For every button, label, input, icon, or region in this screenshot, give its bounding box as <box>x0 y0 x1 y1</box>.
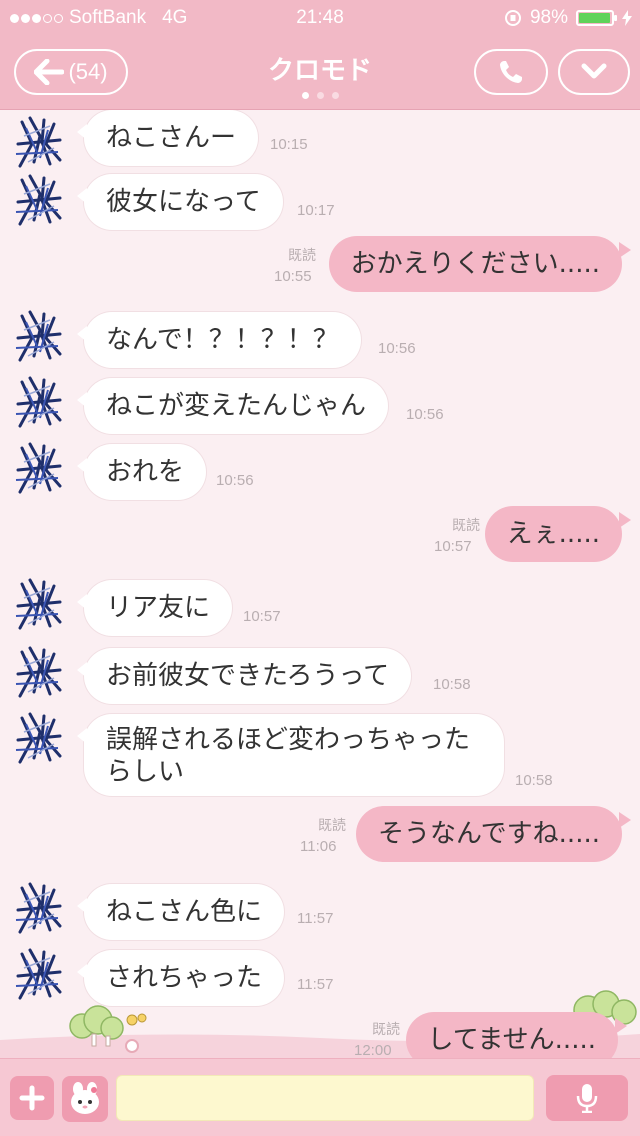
incoming-message-bubble: なんで！？！？！？ <box>77 312 361 368</box>
message-timestamp: 12:00 <box>354 1042 392 1058</box>
avatar-icon[interactable] <box>10 308 68 366</box>
status-bar: SoftBank 4G 21:48 98% <box>0 0 640 36</box>
call-button[interactable] <box>474 49 548 95</box>
message-timestamp: 10:58 <box>433 676 471 693</box>
incoming-message-bubble: 誤解されるほど変わっちゃったらしい <box>77 714 504 796</box>
sticker-icon <box>71 1082 99 1114</box>
microphone-icon <box>576 1084 598 1113</box>
incoming-message-bubble: 彼女になって <box>77 174 283 230</box>
message-input-bar <box>0 1058 640 1136</box>
avatar-icon[interactable] <box>10 710 68 768</box>
avatar-icon[interactable] <box>10 374 68 432</box>
read-receipt: 既読 <box>452 518 480 534</box>
outgoing-message-bubble: おかえりください..... <box>328 236 632 292</box>
message-timestamp: 10:56 <box>406 406 444 423</box>
charging-bolt-icon <box>622 10 632 26</box>
outgoing-message-bubble: えぇ..... <box>484 506 632 562</box>
menu-button[interactable] <box>558 49 630 95</box>
orientation-lock-icon <box>504 10 521 26</box>
voice-message-button[interactable] <box>546 1075 628 1121</box>
message-timestamp: 10:55 <box>274 268 312 285</box>
message-timestamp: 11:57 <box>297 910 334 927</box>
message-timestamp: 10:15 <box>270 136 308 153</box>
read-receipt: 既読 <box>318 818 346 834</box>
page-indicator <box>0 92 640 99</box>
page-dot <box>316 92 324 99</box>
avatar-icon[interactable] <box>10 440 68 498</box>
incoming-message-bubble: おれを <box>76 444 207 500</box>
sticker-button[interactable] <box>62 1076 108 1122</box>
message-timestamp: 10:57 <box>243 608 281 625</box>
status-right: 98% <box>504 7 632 29</box>
chat-header: (54) クロモド <box>0 36 640 110</box>
incoming-message-bubble: ねこが変えたんじゃん <box>76 378 389 434</box>
avatar-icon[interactable] <box>10 644 68 702</box>
read-receipt: 既読 <box>288 248 316 264</box>
phone-icon <box>500 61 522 83</box>
message-timestamp: 10:17 <box>297 202 335 219</box>
outgoing-message-bubble: してません..... <box>405 1012 628 1058</box>
message-text-input[interactable] <box>116 1075 534 1121</box>
chat-area[interactable]: ねこさんー 10:15 彼女になって 10:17 既読 10:55 おかえりくだ… <box>0 110 640 1058</box>
plus-icon <box>19 1085 45 1111</box>
outgoing-message-bubble: そうなんですね..... <box>355 806 632 862</box>
incoming-message-bubble: ねこさんー <box>76 110 259 166</box>
avatar-icon[interactable] <box>10 172 68 230</box>
message-timestamp: 10:56 <box>216 472 254 489</box>
battery-level-fill <box>579 13 611 23</box>
message-timestamp: 10:57 <box>434 538 472 555</box>
message-timestamp: 10:56 <box>378 340 416 357</box>
avatar-icon[interactable] <box>10 576 68 634</box>
read-receipt: 既読 <box>372 1022 400 1038</box>
avatar-icon[interactable] <box>10 114 68 172</box>
avatar-icon[interactable] <box>10 880 68 938</box>
attach-button[interactable] <box>10 1076 54 1120</box>
page-dot <box>301 92 309 99</box>
battery-percent: 98% <box>529 7 568 28</box>
message-timestamp: 11:06 <box>300 838 337 855</box>
incoming-message-bubble: ねこさん色に <box>76 884 285 940</box>
message-timestamp: 10:58 <box>515 772 553 789</box>
page-dot <box>331 92 339 99</box>
chevron-down-icon <box>581 63 607 79</box>
incoming-message-bubble: リア友に <box>76 580 233 636</box>
battery-icon <box>576 10 617 26</box>
incoming-message-bubble: お前彼女できたろうって <box>76 648 412 704</box>
